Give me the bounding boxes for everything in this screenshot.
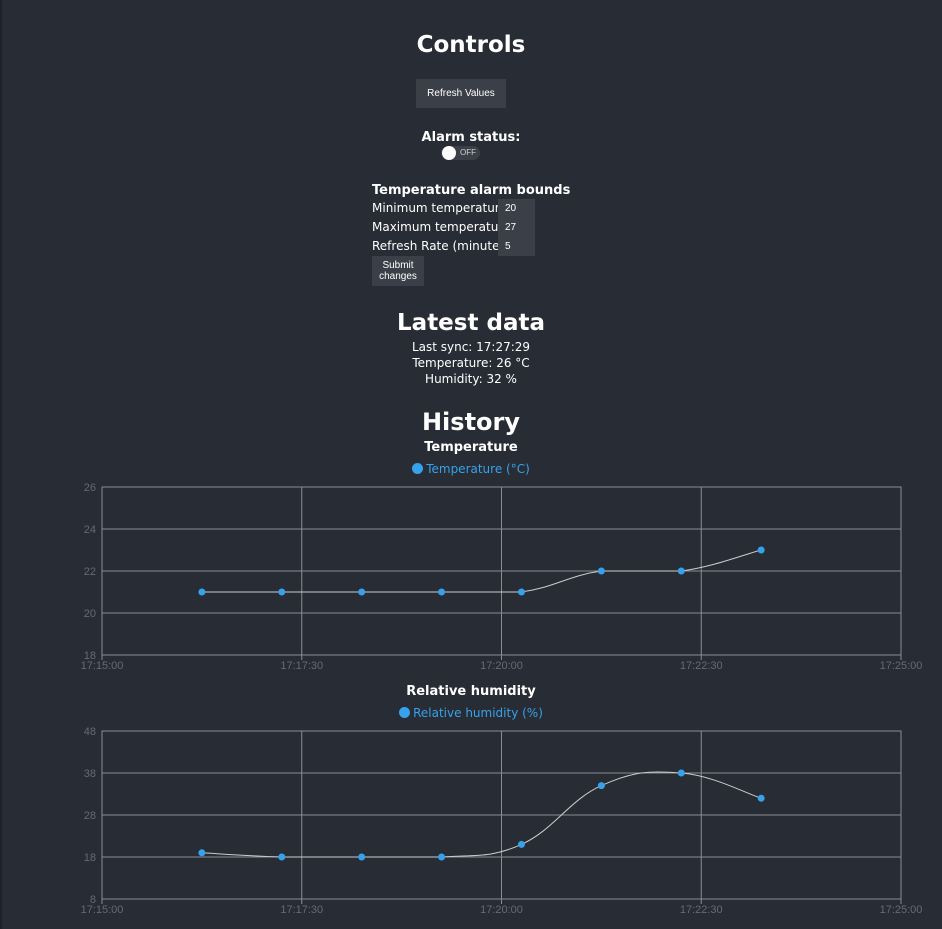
- data-point[interactable]: [438, 853, 446, 861]
- x-tick-label: 17:17:30: [280, 904, 323, 916]
- refresh-values-button[interactable]: Refresh Values: [416, 79, 506, 108]
- x-tick-label: 17:25:00: [880, 660, 923, 672]
- data-point[interactable]: [597, 567, 605, 575]
- min-temp-input[interactable]: 20: [498, 199, 535, 218]
- data-point[interactable]: [278, 853, 286, 861]
- x-tick-label: 17:22:30: [680, 660, 723, 672]
- y-tick-label: 48: [84, 726, 96, 738]
- data-point[interactable]: [517, 840, 525, 848]
- data-point[interactable]: [677, 567, 685, 575]
- data-point[interactable]: [517, 588, 525, 596]
- bounds-title: Temperature alarm bounds: [372, 183, 571, 198]
- data-point[interactable]: [198, 588, 206, 596]
- x-tick-label: 17:17:30: [280, 660, 323, 672]
- refresh-rate-input[interactable]: 5: [498, 237, 535, 256]
- alarm-status-label: Alarm status:: [421, 130, 521, 145]
- y-tick-label: 24: [84, 524, 96, 536]
- data-point[interactable]: [677, 769, 685, 777]
- y-tick-label: 18: [84, 852, 96, 864]
- x-tick-label: 17:20:00: [480, 904, 523, 916]
- refresh-rate-label: Refresh Rate (minutes):: [372, 239, 515, 253]
- data-point[interactable]: [757, 794, 765, 802]
- latest-section: Latest data: [0, 310, 942, 336]
- temperature-chart: 182022242617:15:00 17:17:30 17:20:00 17:22:…: [81, 482, 923, 672]
- data-point[interactable]: [757, 546, 765, 554]
- humidity-legend[interactable]: Relative humidity (%): [0, 706, 942, 720]
- controls-title: Controls: [416, 32, 526, 58]
- last-sync: Last sync: 17:27:29: [411, 340, 531, 354]
- temperature-chart-title-wrap: Temperature: [0, 440, 942, 455]
- y-tick-label: 20: [84, 608, 96, 620]
- min-temp-label: Minimum temperature:: [372, 201, 511, 215]
- submit-changes-button[interactable]: Submit changes: [372, 256, 424, 286]
- humidity-chart: 81828384817:15:00 17:17:30 17:20:00 17:22:3…: [81, 726, 923, 916]
- temperature-legend-label: Temperature (°C): [426, 462, 530, 476]
- humidity-legend-label: Relative humidity (%): [413, 706, 543, 720]
- temperature-legend[interactable]: Temperature (°C): [0, 462, 942, 476]
- data-point[interactable]: [438, 588, 446, 596]
- history-title: History: [421, 408, 521, 436]
- max-temp-input[interactable]: 27: [498, 218, 535, 237]
- toggle-knob: [442, 146, 456, 160]
- data-point[interactable]: [358, 588, 366, 596]
- x-tick-label: 17:15:00: [81, 660, 124, 672]
- humidity-chart-title: Relative humidity: [406, 684, 536, 699]
- data-point[interactable]: [198, 849, 206, 857]
- x-tick-label: 17:25:00: [880, 904, 923, 916]
- y-tick-label: 38: [84, 768, 96, 780]
- latest-title: Latest data: [397, 310, 545, 336]
- x-tick-label: 17:20:00: [480, 660, 523, 672]
- series-line: [201, 771, 762, 858]
- temperature-chart-title: Temperature: [424, 440, 518, 455]
- legend-marker: [412, 463, 424, 474]
- x-tick-label: 17:22:30: [680, 904, 723, 916]
- max-temp-label: Maximum temperature:: [372, 220, 515, 234]
- data-point[interactable]: [597, 782, 605, 790]
- x-tick-label: 17:15:00: [81, 904, 124, 916]
- controls-section: Controls: [0, 32, 942, 58]
- history-section: History: [0, 408, 942, 436]
- alarm-status: Alarm status:: [0, 130, 942, 145]
- data-point[interactable]: [358, 853, 366, 861]
- legend-marker: [399, 707, 411, 718]
- latest-temperature: Temperature: 26 °C: [412, 356, 530, 370]
- alarm-toggle[interactable]: OFF: [441, 146, 480, 160]
- alarm-toggle-state: OFF: [460, 148, 476, 157]
- data-point[interactable]: [278, 588, 286, 596]
- y-tick-label: 26: [84, 482, 96, 494]
- y-tick-label: 28: [84, 810, 96, 822]
- humidity-chart-title-wrap: Relative humidity: [0, 684, 942, 699]
- latest-humidity: Humidity: 32 %: [425, 372, 517, 386]
- y-tick-label: 22: [84, 566, 96, 578]
